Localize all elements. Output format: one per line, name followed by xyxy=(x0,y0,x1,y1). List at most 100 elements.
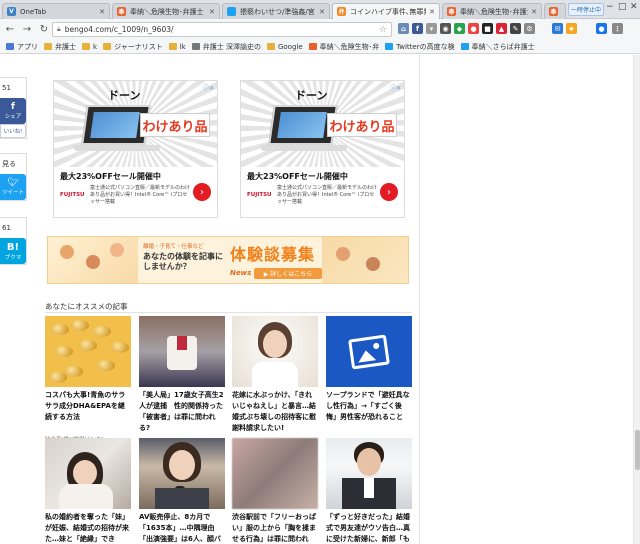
person-icon xyxy=(336,247,350,261)
ad-description: 富士通公式パソコン直販／最新モデルのわけあり品がお買い得！Intel® Core… xyxy=(90,185,191,205)
web-page: 51 f シェア いいね! 見る 🐦︎ ツイート 61 B! ブクマ ドーン わ… xyxy=(0,55,633,544)
browser-tab[interactable]: 奉 奉納＼危険生物･弁護士 ✕ xyxy=(442,3,542,19)
article-title: コスパも大事!青魚のサラサラ成分DHA&EPAを継続する方法 xyxy=(45,391,126,421)
experience-recruit-banner[interactable]: 離婚・子育て・仕事など あなたの体験を記事にしませんか？ 体験談募集 News … xyxy=(47,236,409,284)
picture-icon xyxy=(348,334,390,369)
hatena-bookmark-button[interactable]: B! ブクマ xyxy=(0,238,26,264)
article-card[interactable]: 「美人局」17歳女子高生2人が逮捕 性的関係持った「被害者」は罪に問われる? xyxy=(139,316,225,434)
article-title: AV販売停止、8カ月で「1635本」…中隅理由「出演強要」は6人、顔バレ xyxy=(139,513,221,543)
browser-tab[interactable]: V OneTab ✕ xyxy=(2,3,110,19)
minimize-icon[interactable]: − xyxy=(606,2,614,12)
bookmark-folder[interactable]: lk xyxy=(168,43,186,51)
fujitsu-logo: FUJITSU xyxy=(60,192,85,198)
adchoices-icon[interactable]: ⓘ✕ xyxy=(390,83,401,92)
share-widget-facebook: 51 f シェア いいね! xyxy=(0,77,27,139)
address-bar[interactable]: 🔒︎ bengo4.com/c_1009/n_9603/ ☆ xyxy=(52,22,392,37)
scrollbar[interactable] xyxy=(633,55,640,544)
banner-illustration xyxy=(48,237,138,283)
article-card[interactable]: 「ずっと好きだった」結婚式で男友達がウソ告白…真に受けた新婦に、新郎「も xyxy=(326,438,412,544)
browser-tab[interactable]: 猥褻わいせつ/準強姦/宮 ✕ xyxy=(222,3,330,19)
article-title: 花嫁に水ぶっかけ、「きれいじゃねえし」と暴言…結婚式ぶち壊しの招待客に慰謝料請求… xyxy=(232,391,317,432)
maximize-icon[interactable]: □ xyxy=(618,2,627,12)
ad-image: ドーン わけあり品 ⓘ✕ xyxy=(241,81,404,167)
bookmark-star-icon[interactable]: ☆ xyxy=(379,25,387,35)
reload-icon[interactable]: ↻ xyxy=(37,24,51,35)
adchoices-icon[interactable]: ⓘ✕ xyxy=(203,83,214,92)
bookmark-folder[interactable]: k xyxy=(82,43,97,51)
extension-icon[interactable]: ✉ xyxy=(552,23,563,34)
bookmark-item[interactable]: Twitterの高度な検 xyxy=(385,42,455,52)
close-tab-icon[interactable]: ✕ xyxy=(319,8,325,16)
bookmark-folder[interactable]: 弁護士 xyxy=(44,42,76,52)
article-card[interactable]: ソープランドで「避妊具なし性行為」→「すごく後悔」男性客が恐れること xyxy=(326,316,412,434)
like-button[interactable]: いいね! xyxy=(0,124,26,138)
bookmark-item[interactable]: 奉納＼危険生物･弁 xyxy=(308,42,379,52)
close-tab-icon[interactable]: ✕ xyxy=(209,8,215,16)
chevron-right-icon[interactable]: › xyxy=(380,183,398,201)
tab-title: コインハイブ事件､無罪判 xyxy=(350,7,427,16)
browser-tab[interactable]: 奉 奉納＼危険生物･弁護士 ✕ xyxy=(112,3,220,19)
news-logo: News xyxy=(230,269,252,277)
article-title: 「美人局」17歳女子高生2人が逮捕 性的関係持った「被害者」は罪に問われる? xyxy=(139,391,224,432)
extension-icon[interactable]: ⚙ xyxy=(524,23,535,34)
forward-icon[interactable]: → xyxy=(20,24,34,35)
bookmark-item[interactable]: アプリ xyxy=(6,42,38,52)
extension-icon[interactable]: ✎ xyxy=(510,23,521,34)
folder-icon xyxy=(44,43,52,50)
share-widget-twitter: 見る 🐦︎ ツイート xyxy=(0,153,27,201)
article-title: 私の婚約者を奪った「妹」が妊娠、結婚式の招待が来た…妹と「絶縁」でき xyxy=(45,513,129,543)
article-card[interactable]: コスパも大事!青魚のサラサラ成分DHA&EPAを継続する方法 味の素(株)[提供… xyxy=(45,316,131,443)
image-placeholder xyxy=(326,316,412,387)
user-profile-badge[interactable]: 一時停止中 xyxy=(568,3,604,16)
extension-icon[interactable]: ◉ xyxy=(440,23,451,34)
menu-icon[interactable]: ⋮ xyxy=(612,23,623,34)
back-icon[interactable]: ← xyxy=(3,24,17,35)
site-favicon-icon xyxy=(308,43,317,50)
extension-icon[interactable]: ■ xyxy=(482,23,493,34)
speaker-image xyxy=(139,438,225,509)
hatena-b-icon: B! xyxy=(6,241,20,253)
extension-icon[interactable]: ▾ xyxy=(426,23,437,34)
avatar[interactable]: ● xyxy=(596,23,607,34)
article-card[interactable]: 私の婚約者を奪った「妹」が妊娠、結婚式の招待が来た…妹と「絶縁」でき xyxy=(45,438,131,544)
bookmark-item[interactable]: 弁護士 深澤諭史の xyxy=(191,42,261,52)
chevron-right-icon[interactable]: › xyxy=(193,183,211,201)
browser-tab[interactable]: 奉 xyxy=(544,3,566,19)
close-tab-icon[interactable]: ✕ xyxy=(429,8,435,16)
ad-fujitsu[interactable]: ドーン わけあり品 ⓘ✕ 最大23%OFFセール開催中 FUJITSU 富士通公… xyxy=(53,80,218,218)
site-favicon-icon: 奉 xyxy=(447,7,456,16)
article-card[interactable]: 花嫁に水ぶっかけ、「きれいじゃねえし」と暴言…結婚式ぶち壊しの招待客に慰謝料請求… xyxy=(232,316,318,434)
close-tab-icon[interactable]: ✕ xyxy=(531,8,537,16)
bookmarks-bar: アプリ 弁護士 k ジャーナリスト lk 弁護士 深澤諭史の Google 奉納… xyxy=(0,40,640,54)
close-window-icon[interactable]: ✕ xyxy=(630,2,638,12)
bookmark-folder[interactable]: ジャーナリスト xyxy=(103,42,163,52)
tab-title: 奉納＼危険生物･弁護士 xyxy=(130,7,204,16)
scrollbar-thumb[interactable] xyxy=(635,430,640,470)
article-card[interactable]: 渋谷駅前で「フリーおっぱい」服の上から「胸を揉ませる行為」は罪に問われ xyxy=(232,438,318,544)
folder-icon xyxy=(82,43,90,50)
evernote-icon[interactable]: ◆ xyxy=(454,23,465,34)
facebook-extension-icon[interactable]: f xyxy=(412,23,423,34)
ad-fujitsu[interactable]: ドーン わけあり品 ⓘ✕ 最大23%OFFセール開催中 FUJITSU 富士通公… xyxy=(240,80,405,218)
section-heading: あなたにオススメの記事 xyxy=(45,302,128,311)
share-count: 61 xyxy=(2,224,11,232)
twitter-icon xyxy=(227,7,236,16)
bookmark-folder[interactable]: Google xyxy=(266,43,303,51)
person-icon xyxy=(86,255,100,269)
share-widget-hatena: 61 B! ブクマ xyxy=(0,217,27,265)
extension-icon[interactable]: ⌂ xyxy=(398,23,409,34)
facebook-icon: f xyxy=(11,102,15,112)
extension-icon[interactable]: ▲ xyxy=(496,23,507,34)
banner-subtitle: 離婚・子育て・仕事など xyxy=(143,244,204,250)
bookmark-item[interactable]: 奉納＼さらば弁護士 xyxy=(460,42,535,52)
browser-tab-active[interactable]: 弁 コインハイブ事件､無罪判 ✕ xyxy=(332,3,440,19)
extension-icon[interactable]: ● xyxy=(468,23,479,34)
facebook-share-button[interactable]: f シェア xyxy=(0,98,26,124)
details-button[interactable]: ▶ 詳しくはこちら xyxy=(254,268,322,279)
close-tab-icon[interactable]: ✕ xyxy=(99,8,105,16)
tweet-button[interactable]: 🐦︎ ツイート xyxy=(0,174,26,200)
article-card[interactable]: AV販売停止、8カ月で「1635本」…中隅理由「出演強要」は6人、顔バレ xyxy=(139,438,225,544)
extension-icon[interactable]: ★ xyxy=(566,23,577,34)
onetab-icon: V xyxy=(7,7,16,16)
supplement-capsules-image xyxy=(45,316,131,387)
